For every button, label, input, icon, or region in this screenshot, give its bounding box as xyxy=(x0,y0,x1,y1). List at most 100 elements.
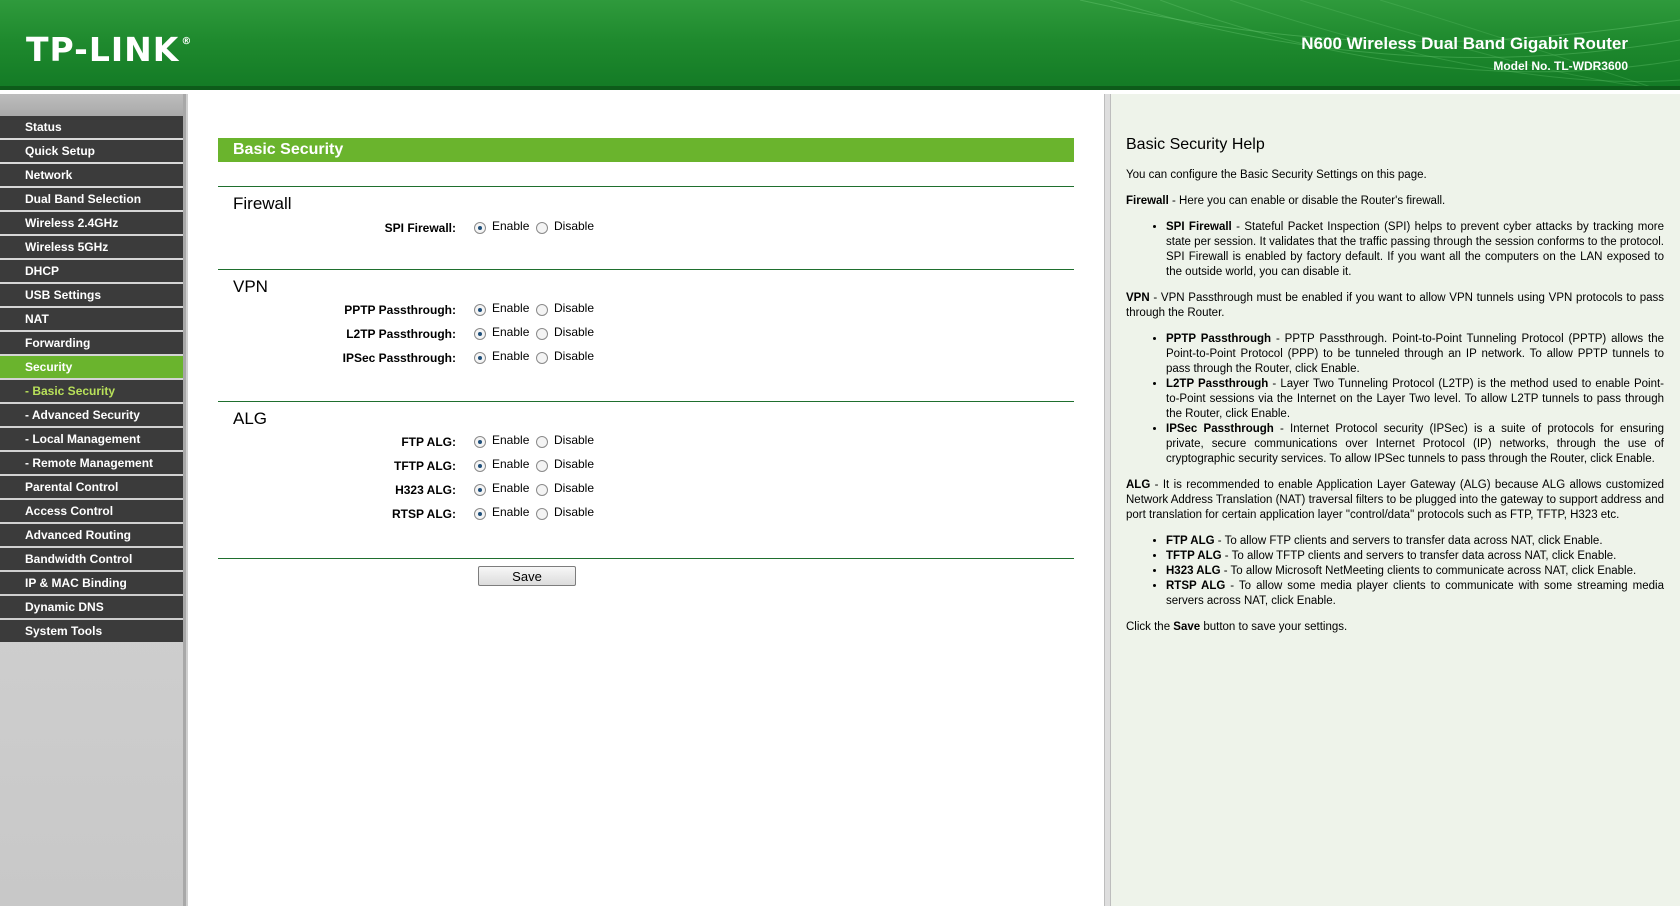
save-button[interactable]: Save xyxy=(478,566,576,586)
page-title: Basic Security xyxy=(218,138,1074,162)
h323-alg-disable-radio[interactable] xyxy=(536,484,548,496)
spi-firewall-enable-label[interactable]: Enable xyxy=(492,219,529,233)
ipsec-enable-radio[interactable] xyxy=(474,352,486,364)
help-text: - VPN Passthrough must be enabled if you… xyxy=(1126,292,1664,319)
ftp-alg-label: FTP ALG: xyxy=(401,435,456,449)
h323-alg-disable-label[interactable]: Disable xyxy=(554,481,594,495)
spi-firewall-disable-label[interactable]: Disable xyxy=(554,219,594,233)
help-term: IPSec Passthrough xyxy=(1166,423,1274,435)
sidebar-item-quick-setup[interactable]: Quick Setup xyxy=(0,140,183,162)
help-text: - To allow FTP clients and servers to tr… xyxy=(1214,535,1603,547)
model-number: Model No. TL-WDR3600 xyxy=(1493,59,1628,73)
rtsp-alg-disable-label[interactable]: Disable xyxy=(554,505,594,519)
tftp-alg-enable-radio[interactable] xyxy=(474,460,486,472)
help-text: button to save your settings. xyxy=(1200,621,1348,633)
l2tp-disable-radio[interactable] xyxy=(536,328,548,340)
help-text: - Here you can enable or disable the Rou… xyxy=(1168,195,1446,207)
sidebar-item-bandwidth-control[interactable]: Bandwidth Control xyxy=(0,548,183,570)
ftp-alg-disable-label[interactable]: Disable xyxy=(554,433,594,447)
sidebar-item-wireless-5ghz[interactable]: Wireless 5GHz xyxy=(0,236,183,258)
sidebar-item-dual-band-selection[interactable]: Dual Band Selection xyxy=(0,188,183,210)
sidebar-item-wireless-24ghz[interactable]: Wireless 2.4GHz xyxy=(0,212,183,234)
sidebar: Status Quick Setup Network Dual Band Sel… xyxy=(0,94,186,906)
help-panel: Basic Security Help You can configure th… xyxy=(1111,94,1680,906)
ipsec-disable-label[interactable]: Disable xyxy=(554,349,594,363)
help-term: Save xyxy=(1173,621,1201,633)
l2tp-disable-label[interactable]: Disable xyxy=(554,325,594,339)
help-term: PPTP Passthrough xyxy=(1166,333,1272,345)
rtsp-alg-enable-radio[interactable] xyxy=(474,508,486,520)
ipsec-enable-label[interactable]: Enable xyxy=(492,349,529,363)
sidebar-item-nat[interactable]: NAT xyxy=(0,308,183,330)
rtsp-alg-disable-radio[interactable] xyxy=(536,508,548,520)
sidebar-top-bar xyxy=(0,94,183,116)
help-outro: Click the Save button to save your setti… xyxy=(1126,620,1664,635)
sidebar-item-access-control[interactable]: Access Control xyxy=(0,500,183,522)
sidebar-item-usb-settings[interactable]: USB Settings xyxy=(0,284,183,306)
sidebar-subitem-local-management[interactable]: - Local Management xyxy=(0,428,183,450)
section-divider xyxy=(218,401,1074,402)
sidebar-item-dhcp[interactable]: DHCP xyxy=(0,260,183,282)
pptp-passthrough-label: PPTP Passthrough: xyxy=(344,303,456,317)
ipsec-disable-radio[interactable] xyxy=(536,352,548,364)
tftp-alg-disable-label[interactable]: Disable xyxy=(554,457,594,471)
sidebar-item-status[interactable]: Status xyxy=(0,116,183,138)
help-term: RTSP ALG xyxy=(1166,580,1226,592)
sidebar-item-advanced-routing[interactable]: Advanced Routing xyxy=(0,524,183,546)
l2tp-enable-label[interactable]: Enable xyxy=(492,325,529,339)
pptp-enable-radio[interactable] xyxy=(474,304,486,316)
ipsec-passthrough-row: IPSec Passthrough: Enable Disable xyxy=(218,348,1074,370)
registered-mark: ® xyxy=(181,36,193,47)
help-term: Firewall xyxy=(1126,195,1169,207)
help-term: L2TP Passthrough xyxy=(1166,378,1269,390)
vpn-section-title: VPN xyxy=(233,277,268,296)
help-term: H323 ALG xyxy=(1166,565,1221,577)
sidebar-item-parental-control[interactable]: Parental Control xyxy=(0,476,183,498)
product-name: N600 Wireless Dual Band Gigabit Router xyxy=(1301,34,1628,53)
section-divider xyxy=(218,558,1074,559)
pptp-disable-label[interactable]: Disable xyxy=(554,301,594,315)
sidebar-item-forwarding[interactable]: Forwarding xyxy=(0,332,183,354)
firewall-section-title: Firewall xyxy=(233,194,292,213)
h323-alg-row: H323 ALG: Enable Disable xyxy=(218,480,1074,502)
help-text: - To allow TFTP clients and servers to t… xyxy=(1221,550,1617,562)
help-list-item: FTP ALG - To allow FTP clients and serve… xyxy=(1166,534,1664,549)
sidebar-subitem-basic-security[interactable]: - Basic Security xyxy=(0,380,183,402)
help-list-item: SPI Firewall - Stateful Packet Inspectio… xyxy=(1166,220,1664,280)
pptp-enable-label[interactable]: Enable xyxy=(492,301,529,315)
alg-section-title: ALG xyxy=(233,409,268,428)
help-term: ALG xyxy=(1126,479,1151,491)
section-divider xyxy=(218,186,1074,187)
sidebar-subitem-advanced-security[interactable]: - Advanced Security xyxy=(0,404,183,426)
h323-alg-enable-radio[interactable] xyxy=(474,484,486,496)
logo-text: TP-LINK xyxy=(26,30,180,69)
help-text: - To allow Microsoft NetMeeting clients … xyxy=(1220,565,1637,577)
tftp-alg-enable-label[interactable]: Enable xyxy=(492,457,529,471)
h323-alg-enable-label[interactable]: Enable xyxy=(492,481,529,495)
l2tp-passthrough-row: L2TP Passthrough: Enable Disable xyxy=(218,324,1074,346)
ftp-alg-enable-label[interactable]: Enable xyxy=(492,433,529,447)
pptp-disable-radio[interactable] xyxy=(536,304,548,316)
l2tp-enable-radio[interactable] xyxy=(474,328,486,340)
sidebar-item-network[interactable]: Network xyxy=(0,164,183,186)
ftp-alg-disable-radio[interactable] xyxy=(536,436,548,448)
tftp-alg-row: TFTP ALG: Enable Disable xyxy=(218,456,1074,478)
tftp-alg-disable-radio[interactable] xyxy=(536,460,548,472)
help-term: VPN xyxy=(1126,292,1150,304)
tftp-alg-label: TFTP ALG: xyxy=(394,459,456,473)
ftp-alg-enable-radio[interactable] xyxy=(474,436,486,448)
help-alg-paragraph: ALG - It is recommended to enable Applic… xyxy=(1126,478,1664,523)
sidebar-item-ip-mac-binding[interactable]: IP & MAC Binding xyxy=(0,572,183,594)
sidebar-item-dynamic-dns[interactable]: Dynamic DNS xyxy=(0,596,183,618)
help-list-item: IPSec Passthrough - Internet Protocol se… xyxy=(1166,422,1664,467)
sidebar-item-security[interactable]: Security xyxy=(0,356,183,378)
help-firewall-paragraph: Firewall - Here you can enable or disabl… xyxy=(1126,194,1664,209)
help-text: - To allow some media player clients to … xyxy=(1166,580,1664,607)
help-intro: You can configure the Basic Security Set… xyxy=(1126,169,1427,181)
sidebar-subitem-remote-management[interactable]: - Remote Management xyxy=(0,452,183,474)
help-text: Click the xyxy=(1126,621,1174,633)
spi-firewall-disable-radio[interactable] xyxy=(536,222,548,234)
spi-firewall-enable-radio[interactable] xyxy=(474,222,486,234)
rtsp-alg-enable-label[interactable]: Enable xyxy=(492,505,529,519)
sidebar-item-system-tools[interactable]: System Tools xyxy=(0,620,183,642)
